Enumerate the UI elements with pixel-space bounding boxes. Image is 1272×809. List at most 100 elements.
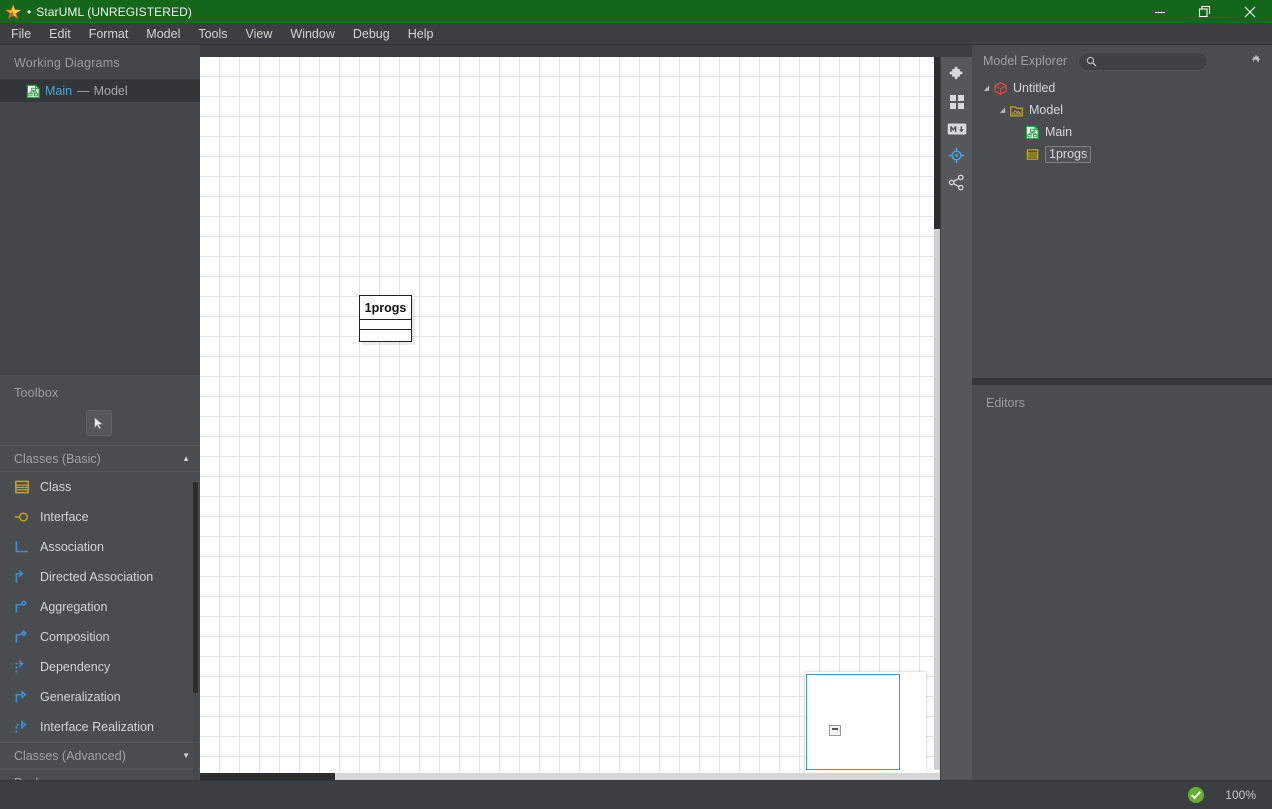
tree-node-untitled[interactable]: ◢ Untitled <box>972 77 1272 99</box>
menu-bar: File Edit Format Model Tools View Window… <box>0 23 1272 45</box>
tree-node-label: Model <box>1029 102 1064 117</box>
tree-node-label: Main <box>1045 124 1073 139</box>
class-icon <box>1026 148 1039 160</box>
menu-tools[interactable]: Tools <box>189 24 236 44</box>
editors-title: Editors <box>986 396 1025 410</box>
menu-debug[interactable]: Debug <box>344 24 399 44</box>
generalization-icon <box>15 690 27 703</box>
toolbox-item-label: Dependency <box>40 660 111 674</box>
window-controls <box>1137 0 1272 23</box>
model-explorer-header: Model Explorer <box>972 45 1272 77</box>
toolbox-item-label: Association <box>40 540 104 554</box>
model-explorer-search[interactable] <box>1078 51 1209 71</box>
toolbox-section-label: Classes (Basic) <box>14 451 101 466</box>
toolbox-item-composition[interactable]: Composition <box>0 622 200 652</box>
class-node-1progs[interactable]: 1progs <box>359 295 412 342</box>
left-sidebar: Working Diagrams Main — Model Toolbox Cl… <box>0 45 200 809</box>
menu-format[interactable]: Format <box>80 24 138 44</box>
model-explorer-settings-button[interactable] <box>1246 52 1264 70</box>
chevron-expanded-icon[interactable]: ◢ <box>996 106 1009 114</box>
extension-manager-button[interactable] <box>941 61 972 88</box>
window-title: StarUML (UNREGISTERED) <box>36 4 192 19</box>
chevron-down-icon: ▼ <box>182 751 190 760</box>
panels-button[interactable] <box>941 88 972 115</box>
composition-icon <box>15 629 28 643</box>
search-input[interactable] <box>1102 55 1201 67</box>
chevron-expanded-icon[interactable]: ◢ <box>980 84 993 92</box>
puzzle-icon <box>949 66 963 80</box>
working-diagrams-title: Working Diagrams <box>14 56 120 70</box>
toolbox-item-label: Interface Realization <box>40 720 154 734</box>
markdown-button[interactable] <box>941 115 972 142</box>
class-node-operations-compartment <box>360 330 411 340</box>
close-icon <box>1244 6 1255 17</box>
toolbox-item-directed-association[interactable]: Directed Association <box>0 562 200 592</box>
toolbox-item-label: Aggregation <box>40 600 108 614</box>
diagram-minimap[interactable] <box>805 672 926 773</box>
model-explorer-tree: ◢ Untitled ◢ Model Main 1progs <box>972 77 1272 165</box>
tree-node-1progs[interactable]: 1progs <box>972 143 1272 165</box>
restore-icon <box>1198 5 1210 17</box>
menu-help[interactable]: Help <box>399 24 443 44</box>
cursor-arrow-icon <box>94 416 105 430</box>
model-explorer-title: Model Explorer <box>983 54 1068 68</box>
menu-model[interactable]: Model <box>137 24 189 44</box>
toolbox-item-association[interactable]: Association <box>0 532 200 562</box>
association-icon <box>15 541 28 553</box>
check-circle-icon[interactable] <box>1187 786 1205 804</box>
zoom-level[interactable]: 100% <box>1225 788 1256 802</box>
minimap-button[interactable] <box>941 142 972 169</box>
menu-view[interactable]: View <box>237 24 282 44</box>
class-diagram-icon <box>1025 125 1039 139</box>
interface-realization-icon <box>15 720 27 733</box>
title-bar: • StarUML (UNREGISTERED) <box>0 0 1272 23</box>
toolbox-section-classes-basic[interactable]: Classes (Basic) ▲ <box>0 445 200 472</box>
status-bar: 100% <box>0 780 1272 809</box>
minimap-viewport[interactable] <box>806 674 900 770</box>
tree-node-label: Untitled <box>1013 80 1056 95</box>
tree-node-main[interactable]: Main <box>972 121 1272 143</box>
toolbox-section-label: Classes (Advanced) <box>14 748 126 763</box>
minimap-node-line <box>832 728 838 730</box>
grid-squares-icon <box>949 94 964 109</box>
toolbox-item-dependency[interactable]: Dependency <box>0 652 200 682</box>
toolbox-item-label: Composition <box>40 630 110 644</box>
class-node-name: 1progs <box>360 296 411 320</box>
menu-window[interactable]: Window <box>281 24 343 44</box>
star-icon <box>5 3 21 20</box>
toolbox-item-generalization[interactable]: Generalization <box>0 682 200 712</box>
class-diagram-icon <box>26 84 40 98</box>
toolbox-item-interface[interactable]: Interface <box>0 502 200 532</box>
search-icon <box>1086 56 1097 66</box>
editors-divider[interactable] <box>972 378 1272 385</box>
menu-edit[interactable]: Edit <box>40 24 80 44</box>
toolbox-item-interface-realization[interactable]: Interface Realization <box>0 712 200 742</box>
select-tool-button[interactable] <box>86 410 112 436</box>
chevron-up-icon: ▲ <box>182 454 190 463</box>
share-network-icon <box>948 174 964 191</box>
tree-node-model[interactable]: ◢ Model <box>972 99 1272 121</box>
minimize-icon <box>1154 11 1165 13</box>
working-diagram-type: Model <box>93 84 128 98</box>
toolbox-item-label: Directed Association <box>40 570 154 584</box>
diagram-canvas[interactable]: 1progs <box>200 57 940 780</box>
canvas-vertical-scrollbar-thumb[interactable] <box>934 57 940 229</box>
markdown-icon <box>947 123 966 134</box>
dirty-indicator: • <box>27 4 32 19</box>
restore-button[interactable] <box>1182 0 1227 23</box>
canvas-horizontal-scrollbar-thumb[interactable] <box>200 773 335 780</box>
toolbox-section-classes-advanced[interactable]: Classes (Advanced) ▼ <box>0 742 200 769</box>
package-icon <box>1010 105 1023 117</box>
toolbox-scrollbar-thumb[interactable] <box>193 482 198 693</box>
gear-icon <box>1251 54 1260 63</box>
share-button[interactable] <box>941 169 972 196</box>
dependency-icon <box>15 660 24 673</box>
toolbox-item-class[interactable]: Class <box>0 472 200 502</box>
minimize-button[interactable] <box>1137 0 1182 23</box>
close-button[interactable] <box>1227 0 1272 23</box>
minimap-class-node <box>829 725 841 736</box>
toolbox-item-aggregation[interactable]: Aggregation <box>0 592 200 622</box>
working-diagram-separator: — <box>77 84 90 98</box>
menu-file[interactable]: File <box>2 24 40 44</box>
working-diagram-item-main[interactable]: Main — Model <box>0 80 200 102</box>
